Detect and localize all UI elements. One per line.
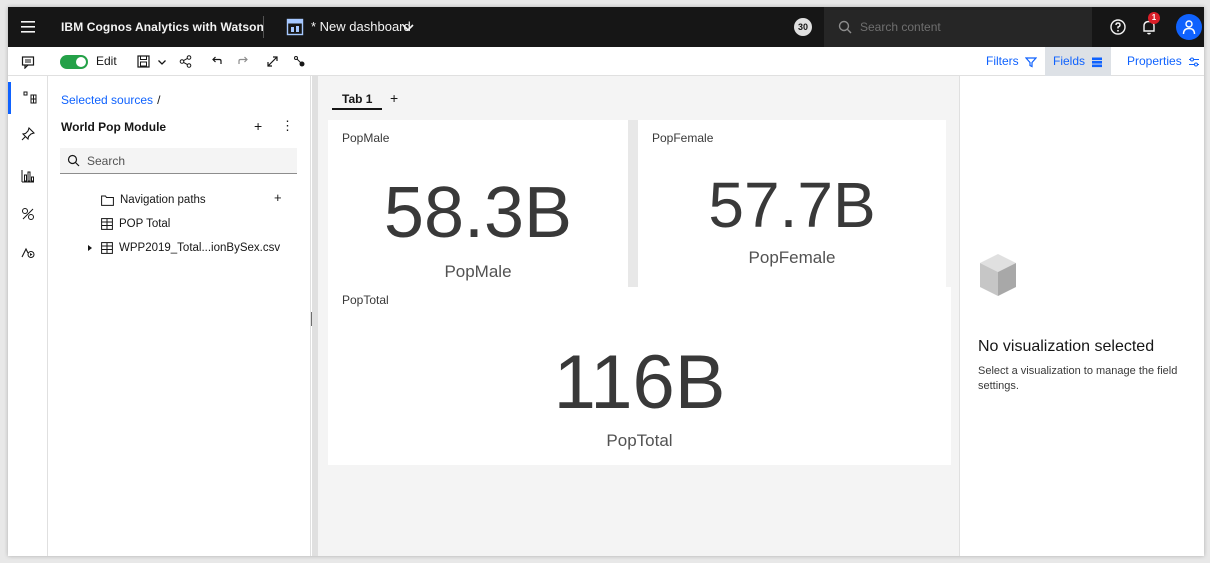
more-options-icon[interactable]: ⋮ (281, 118, 294, 134)
kpi-widget-popmale[interactable]: PopMale 58.3B PopMale (328, 120, 628, 287)
pin-icon[interactable] (8, 118, 48, 150)
top-bar: IBM Cognos Analytics with Watson * New d… (8, 7, 1204, 47)
empty-state-cube-icon (980, 254, 1016, 296)
empty-state-title: No visualization selected (978, 338, 1155, 355)
edit-label: Edit (96, 54, 117, 68)
expand-icon[interactable] (262, 47, 282, 76)
fields-label: Fields (1053, 54, 1086, 68)
hamburger-menu-icon[interactable] (8, 7, 48, 47)
assistant-icon[interactable] (8, 198, 48, 230)
add-button[interactable]: + (254, 118, 262, 134)
tree-item-wpp-csv[interactable]: WPP2019_Total...ionBySex.csv (86, 238, 280, 258)
help-icon[interactable] (1109, 18, 1127, 36)
data-sources-panel: Selected sources / World Pop Module + ⋮ N… (48, 76, 311, 556)
kpi-value: 116B (553, 340, 726, 425)
table-icon (101, 218, 113, 230)
navigation-icon[interactable] (8, 236, 48, 268)
tree-item-label: POP Total (119, 218, 171, 230)
pin-filter-icon[interactable] (289, 47, 309, 76)
source-search[interactable] (60, 148, 297, 174)
search-icon (838, 20, 852, 34)
source-search-input[interactable] (87, 148, 287, 173)
properties-button[interactable]: Properties (1127, 47, 1200, 76)
properties-label: Properties (1127, 54, 1182, 68)
caret-right-icon[interactable] (86, 244, 94, 252)
breadcrumb-separator: / (157, 93, 161, 107)
sliders-icon (1188, 57, 1199, 66)
kpi-label: PopMale (444, 262, 512, 281)
left-icon-rail (8, 76, 48, 556)
search-icon (67, 154, 80, 167)
kpi-label: PopTotal (606, 431, 673, 450)
dashboard-canvas: Tab 1 + PopMale 58.3B PopMale PopFemale … (312, 76, 959, 556)
empty-state-text: Select a visualization to manage the fie… (978, 365, 1178, 392)
kpi-label: PopFemale (748, 248, 836, 267)
search-input[interactable] (860, 7, 1085, 47)
tree-item-label: Navigation paths (120, 194, 206, 206)
kpi-value: 58.3B (383, 173, 573, 253)
filters-button[interactable]: Filters (986, 47, 1037, 76)
breadcrumb[interactable]: Selected sources / (61, 93, 160, 107)
undo-icon[interactable] (206, 47, 226, 76)
edit-toolbar: Edit Filters Fields Properties (8, 47, 1204, 76)
notification-badge: 1 (1148, 12, 1160, 24)
tree-item-pop-total[interactable]: POP Total (101, 214, 170, 234)
kpi-widget-poptotal[interactable]: PopTotal 116B PopTotal (328, 287, 951, 465)
count-badge[interactable]: 30 (794, 18, 812, 36)
tab-1[interactable]: Tab 1 (332, 88, 383, 110)
edit-toggle[interactable] (60, 55, 88, 69)
kpi-widget-popfemale[interactable]: PopFemale 57.7B PopFemale (638, 120, 946, 287)
share-icon[interactable] (175, 47, 195, 76)
dashboard-title[interactable]: * New dashboard (311, 7, 411, 47)
user-avatar-icon[interactable] (1176, 14, 1202, 40)
fields-icon (1092, 57, 1103, 67)
tree-item-navigation-paths[interactable]: Navigation paths (101, 190, 206, 210)
toggle-knob (76, 57, 86, 67)
add-tab-button[interactable]: + (390, 90, 398, 106)
kpi-value: 57.7B (708, 169, 876, 241)
folder-icon (101, 195, 114, 206)
chevron-down-icon[interactable] (154, 47, 170, 76)
widget-gutter (628, 120, 638, 287)
filter-icon (1024, 56, 1037, 67)
dashboard-icon (286, 18, 304, 36)
tree-item-label: WPP2019_Total...ionBySex.csv (119, 242, 281, 254)
save-icon[interactable] (133, 47, 153, 76)
filters-label: Filters (986, 54, 1019, 68)
chevron-down-icon[interactable] (400, 19, 416, 35)
widget-title: PopMale (342, 131, 390, 145)
redo-icon[interactable] (233, 47, 253, 76)
comment-icon[interactable] (8, 47, 48, 76)
fields-panel: No visualization selected Select a visua… (959, 76, 1204, 556)
app-window: IBM Cognos Analytics with Watson * New d… (8, 7, 1204, 556)
divider (263, 16, 264, 38)
widget-title: PopTotal (342, 293, 389, 307)
breadcrumb-link[interactable]: Selected sources (61, 93, 153, 107)
visualizations-icon[interactable] (8, 160, 48, 192)
search-box[interactable] (824, 7, 1092, 47)
data-sources-icon[interactable] (8, 82, 48, 114)
widget-title: PopFemale (652, 131, 714, 145)
table-icon (101, 242, 113, 254)
add-navigation-path-button[interactable]: + (274, 190, 282, 205)
app-title[interactable]: IBM Cognos Analytics with Watson (61, 7, 264, 47)
module-title: World Pop Module (61, 120, 167, 134)
fields-button[interactable]: Fields (1045, 47, 1112, 76)
tab-bar: Tab 1 + (318, 76, 959, 116)
